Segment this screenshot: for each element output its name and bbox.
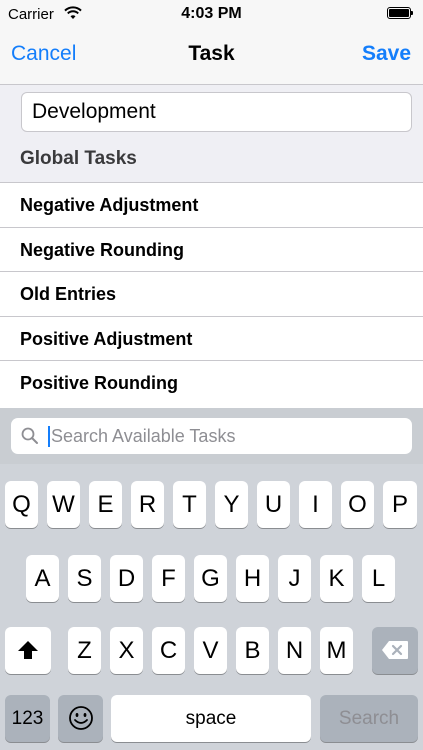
navigation-bar: Cancel Task Save [0, 30, 423, 85]
key-t[interactable]: T [173, 481, 206, 528]
key-p[interactable]: P [383, 481, 417, 528]
key-e[interactable]: E [89, 481, 122, 528]
key-v[interactable]: V [194, 627, 227, 674]
shift-icon [16, 640, 40, 667]
text-caret [48, 426, 50, 447]
key-u[interactable]: U [257, 481, 290, 528]
search-placeholder: Search Available Tasks [51, 426, 236, 446]
emoji-key[interactable] [58, 695, 103, 742]
list-item-label: Positive Adjustment [20, 328, 193, 349]
key-y[interactable]: Y [215, 481, 248, 528]
key-q[interactable]: Q [5, 481, 38, 528]
key-h[interactable]: H [236, 555, 269, 602]
status-bar: Carrier 4:03 PM [0, 0, 423, 30]
emoji-icon [68, 706, 94, 737]
key-n[interactable]: N [278, 627, 311, 674]
list-item-label: Negative Rounding [20, 239, 185, 260]
key-k[interactable]: K [320, 555, 353, 602]
save-button[interactable]: Save [362, 42, 411, 66]
key-m[interactable]: M [320, 627, 353, 674]
key-i[interactable]: I [299, 481, 332, 528]
backspace-icon [381, 639, 409, 666]
search-icon [21, 427, 39, 450]
key-o[interactable]: O [341, 481, 374, 528]
key-b[interactable]: B [236, 627, 269, 674]
key-x[interactable]: X [110, 627, 143, 674]
numbers-key[interactable]: 123 [5, 695, 50, 742]
key-a[interactable]: A [26, 555, 59, 602]
key-s[interactable]: S [68, 555, 101, 602]
list-item[interactable]: Positive Rounding [0, 360, 423, 405]
task-list: Negative Adjustment Negative Rounding Ol… [0, 182, 423, 408]
key-f[interactable]: F [152, 555, 185, 602]
list-item[interactable]: Negative Rounding [0, 226, 423, 272]
search-key[interactable]: Search [320, 695, 418, 742]
keyboard: Q W E R T Y U I O P A S D F G H J K L Z … [0, 464, 423, 750]
key-g[interactable]: G [194, 555, 227, 602]
search-input[interactable]: Search Available Tasks [11, 418, 412, 454]
list-item-label: Old Entries [20, 284, 117, 305]
list-item[interactable]: Negative Adjustment [0, 182, 423, 227]
key-z[interactable]: Z [68, 627, 101, 674]
key-j[interactable]: J [278, 555, 311, 602]
list-item[interactable]: Old Entries [0, 271, 423, 316]
page-title: Task [188, 42, 235, 65]
battery-icon [387, 7, 415, 21]
key-c[interactable]: C [152, 627, 185, 674]
key-r[interactable]: R [131, 481, 164, 528]
shift-key[interactable] [5, 627, 51, 674]
key-w[interactable]: W [47, 481, 80, 528]
key-d[interactable]: D [110, 555, 143, 602]
task-name-field[interactable]: Development [21, 92, 412, 132]
key-l[interactable]: L [362, 555, 395, 602]
section-title: Global Tasks [20, 148, 137, 169]
status-time: 4:03 PM [181, 5, 242, 22]
delete-key[interactable] [372, 627, 418, 674]
list-item-label: Negative Adjustment [20, 195, 199, 215]
search-bar: Search Available Tasks [0, 408, 423, 464]
space-key[interactable]: space [111, 695, 311, 742]
list-item[interactable]: Positive Adjustment [0, 315, 423, 361]
list-item-label: Positive Rounding [20, 373, 179, 394]
